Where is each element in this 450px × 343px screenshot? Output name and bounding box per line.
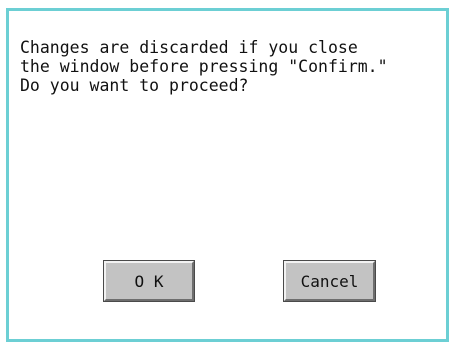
ok-button[interactable]: O K xyxy=(103,260,195,302)
cancel-button[interactable]: Cancel xyxy=(283,260,376,302)
ok-button-label: O K xyxy=(134,271,164,291)
dialog-message: Changes are discarded if you close the w… xyxy=(20,38,388,95)
cancel-button-label: Cancel xyxy=(300,271,359,291)
confirm-dialog: Changes are discarded if you close the w… xyxy=(6,8,449,342)
